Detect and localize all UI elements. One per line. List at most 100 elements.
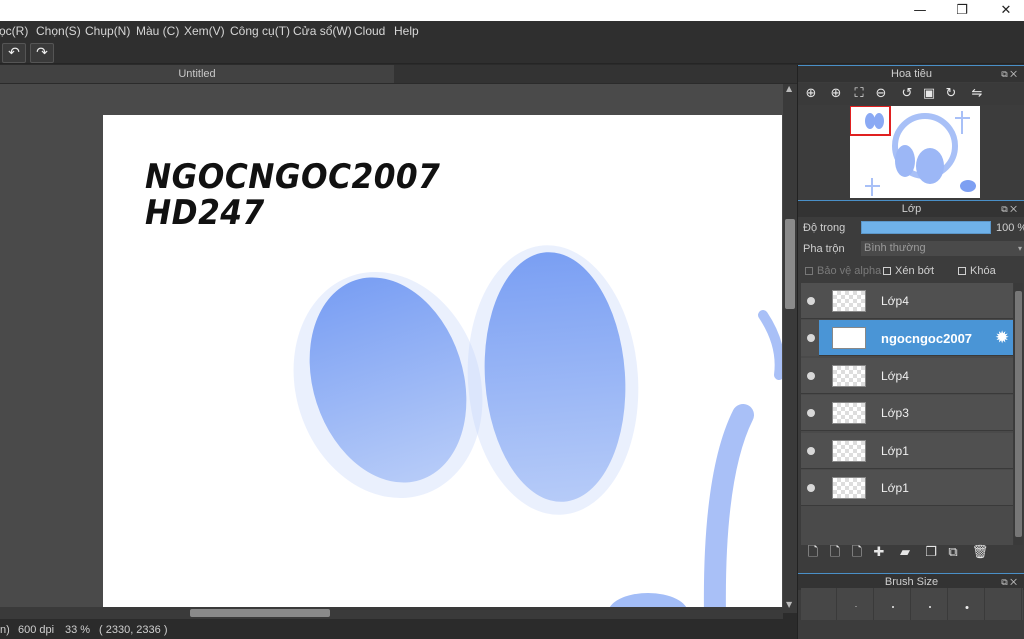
layer-thumbnail	[832, 290, 866, 312]
restore-button[interactable]: ❐	[940, 0, 984, 21]
new-folder-icon[interactable]: ▰	[896, 544, 914, 562]
visibility-icon[interactable]	[807, 447, 815, 455]
new-layer-icon[interactable]: 🗋	[804, 544, 822, 562]
clipping-checkbox[interactable]: Xén bớt	[883, 265, 934, 277]
toolbar: ↶ ↷	[0, 42, 1024, 64]
canvas-vertical-scrollbar[interactable]: ▲ ▼	[783, 84, 797, 613]
brush-size-option[interactable]	[875, 588, 911, 620]
canvas-horizontal-scrollbar[interactable]	[0, 607, 783, 619]
visibility-icon[interactable]	[807, 484, 815, 492]
brush-size-strip	[801, 588, 1023, 620]
navigator-thumbnail	[850, 106, 980, 198]
blend-row: Pha trộn Bình thường ▾	[798, 239, 1024, 259]
canvas-area[interactable]: NGOCNGOC2007 HD247	[0, 84, 783, 607]
opacity-row: Độ trong 100 %	[798, 218, 1024, 238]
visibility-icon[interactable]	[807, 334, 815, 342]
brush-dot	[928, 606, 931, 608]
layer-row[interactable]: Lớp4	[801, 283, 1013, 319]
menu-help[interactable]: Help	[394, 24, 419, 38]
menu-cloud[interactable]: Cloud	[354, 24, 385, 38]
lock-checkbox[interactable]: Khóa	[958, 265, 996, 277]
layer-row[interactable]: Lớp1	[801, 470, 1013, 506]
checkbox-icon	[883, 267, 891, 276]
status-size: n)	[0, 624, 10, 636]
layer-name: Lớp4	[881, 294, 909, 308]
fit-screen-icon[interactable]: ▣	[919, 84, 939, 104]
canvas-paper[interactable]: NGOCNGOC2007 HD247	[103, 115, 782, 607]
redo-button[interactable]: ↷	[30, 43, 54, 63]
brush-size-option[interactable]	[949, 588, 985, 620]
layer-name: Lớp3	[881, 406, 909, 420]
visibility-icon[interactable]	[807, 372, 815, 380]
layer-thumbnail	[832, 402, 866, 424]
navigator-title: Hoa tiêu ⧉ ✕	[798, 65, 1024, 82]
layer-list-scrollbar[interactable]	[1014, 283, 1023, 545]
layer-row[interactable]: Lớp3	[801, 395, 1013, 431]
menu-view[interactable]: Xem(V)	[184, 24, 225, 38]
delete-layer-icon[interactable]: 🗑	[971, 544, 989, 562]
brush-size-option[interactable]	[986, 588, 1022, 620]
panel-pin-icon[interactable]: ⧉ ✕	[1001, 66, 1017, 83]
layers-pin-icon[interactable]: ⧉ ✕	[1001, 201, 1017, 218]
layer-thumbnail	[832, 477, 866, 499]
menu-select[interactable]: Chọn(S)	[36, 24, 81, 38]
layers-title: Lớp ⧉ ✕	[798, 200, 1024, 217]
merge-layer-icon[interactable]: ⧉	[944, 544, 962, 562]
brush-dot	[965, 606, 968, 609]
rotate-left-icon[interactable]: ↺	[897, 84, 917, 104]
brush-size-option[interactable]	[912, 588, 948, 620]
scroll-down-arrow-icon[interactable]: ▼	[786, 600, 792, 610]
brush-size-option[interactable]	[838, 588, 874, 620]
menu-window[interactable]: Cửa sổ(W)	[293, 24, 352, 38]
new-layer-1bit-icon[interactable]: 🗋	[848, 544, 866, 562]
brush-size-title-text: Brush Size	[884, 576, 939, 588]
fit-window-icon[interactable]: ⛶	[849, 84, 869, 104]
brush-dot	[891, 606, 894, 608]
checkbox-icon	[805, 267, 813, 276]
title-bar: — ❐ ✕	[0, 0, 1024, 21]
undo-button[interactable]: ↶	[2, 43, 26, 63]
undo-icon: ↶	[8, 45, 20, 61]
layer-row-selected[interactable]: ngocngoc2007 ✹	[801, 320, 1013, 356]
opacity-slider[interactable]	[861, 221, 991, 234]
visibility-icon[interactable]	[807, 297, 815, 305]
navigator-preview[interactable]	[801, 106, 1023, 198]
canvas-vertical-scroll-thumb[interactable]	[785, 219, 795, 309]
minimize-button[interactable]: —	[898, 0, 942, 21]
new-layer-8bit-icon[interactable]: 🗋	[826, 544, 844, 562]
blend-mode-value: Bình thường	[864, 242, 926, 254]
layer-thumbnail	[832, 365, 866, 387]
close-button[interactable]: ✕	[984, 0, 1024, 21]
chevron-down-icon: ▾	[1017, 244, 1022, 253]
zoom-actual-icon[interactable]: ⊕	[801, 84, 821, 104]
visibility-icon[interactable]	[807, 409, 815, 417]
status-dpi: 600 dpi	[18, 624, 55, 636]
layer-list[interactable]: Lớp4 ngocngoc2007 ✹ Lớp4 Lớp3 Lớp1 Lớp1	[801, 283, 1013, 545]
navigator-title-text: Hoa tiêu	[891, 68, 932, 80]
redo-icon: ↷	[36, 45, 48, 61]
zoom-in-icon[interactable]: ⊕	[826, 84, 846, 104]
scroll-up-arrow-icon[interactable]: ▲	[786, 84, 792, 94]
zoom-out-icon[interactable]: ⊖	[871, 84, 891, 104]
canvas-horizontal-scroll-thumb[interactable]	[190, 609, 330, 617]
rotate-right-icon[interactable]: ↻	[941, 84, 961, 104]
duplicate-layer-icon[interactable]: ❐	[922, 544, 940, 562]
layer-row[interactable]: Lớp4	[801, 358, 1013, 394]
menu-color[interactable]: Màu (C)	[136, 24, 179, 38]
gear-icon[interactable]: ✹	[995, 328, 1009, 348]
blend-mode-select[interactable]: Bình thường ▾	[861, 241, 1024, 256]
canvas-painting	[293, 245, 782, 607]
layer-list-scroll-thumb[interactable]	[1015, 291, 1022, 537]
menu-tools[interactable]: Công cụ(T)	[230, 24, 290, 38]
blend-label: Pha trộn	[803, 243, 845, 255]
menu-capture[interactable]: Chụp(N)	[85, 24, 130, 38]
layer-row[interactable]: Lớp1	[801, 433, 1013, 469]
brush-size-option[interactable]	[801, 588, 837, 620]
flip-horizontal-icon[interactable]: ⇋	[967, 84, 987, 104]
menu-layer[interactable]: ọc(R)	[0, 24, 28, 38]
layer-name: Lớp1	[881, 444, 909, 458]
document-tab[interactable]: Untitled	[0, 65, 394, 83]
protect-alpha-checkbox[interactable]: Bảo vệ alpha	[805, 265, 881, 277]
paint-stroke-top-right	[758, 310, 782, 380]
add-layer-menu-icon[interactable]: ✚	[870, 544, 888, 562]
